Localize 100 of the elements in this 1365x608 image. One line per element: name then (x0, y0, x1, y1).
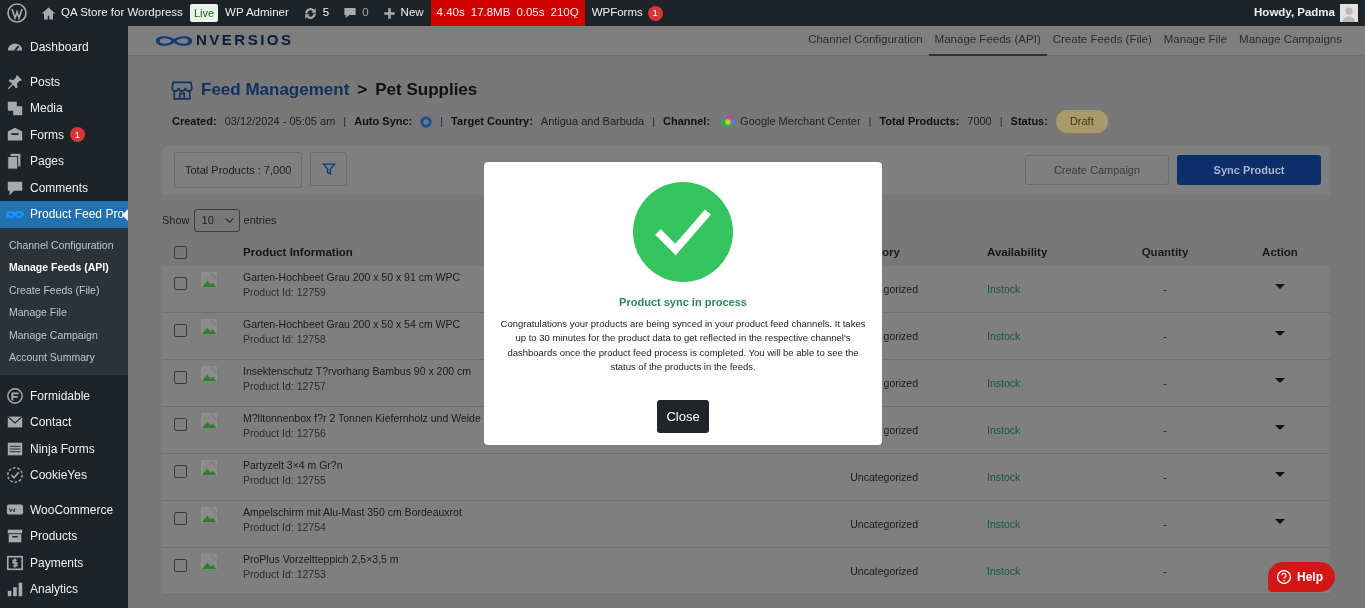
breadcrumb-separator: > (357, 79, 368, 101)
home-icon[interactable] (41, 5, 56, 21)
broken-image-icon (201, 459, 217, 476)
caret-icon[interactable] (1275, 283, 1285, 289)
meta-value: Google Merchant Center (740, 114, 861, 130)
logo-text: NVERSIOS (196, 30, 294, 51)
sidebar-item[interactable]: Comments (0, 174, 128, 201)
submenu-item[interactable]: Create Feeds (File) (0, 278, 128, 301)
availability-text: Instock (986, 469, 1022, 485)
nav-tab[interactable]: Create Feeds (File) (1046, 26, 1158, 56)
checkbox[interactable] (174, 558, 187, 572)
availability-text: Instock (986, 563, 1022, 579)
separator-text: | (343, 114, 347, 130)
caret-icon[interactable] (1275, 518, 1285, 524)
help-button[interactable]: Help (1268, 562, 1335, 592)
separator-text: | (652, 114, 656, 130)
sidebar-item[interactable]: Dashboard (0, 34, 128, 61)
bar-chart-icon (6, 580, 24, 599)
quantity-text: - (1162, 422, 1168, 438)
entries-select[interactable]: 10 (193, 208, 240, 232)
adminer-link[interactable]: WP Adminer (218, 0, 296, 26)
pin-icon (6, 72, 24, 91)
checkbox[interactable] (174, 370, 187, 384)
caret-icon[interactable] (1275, 424, 1285, 430)
category-text: Uncategorized (849, 469, 919, 485)
availability-text: Instock (986, 281, 1022, 297)
product-id: Product Id: 12757 (243, 379, 326, 395)
checkbox[interactable] (174, 511, 187, 525)
sidebar-item[interactable]: WooCommerce (0, 496, 128, 523)
live-badge: Live (189, 3, 219, 23)
dialog-title: Product sync in process (618, 295, 748, 310)
sidebar-item[interactable]: Media (0, 95, 128, 122)
performance-bar[interactable]: 4.40s 17.8MB 0.05s 210Q (430, 0, 585, 26)
availability-text: Instock (986, 375, 1022, 391)
sidebar-item[interactable]: Pages (0, 148, 128, 175)
sync-product-button[interactable]: Sync Product (1177, 155, 1321, 185)
infinity-icon (6, 209, 24, 219)
nav-tab[interactable]: Channel Configuration (802, 26, 929, 56)
submenu-item[interactable]: Manage Campaign (0, 323, 128, 346)
dialog-message: Congratulations your products are being synced in your product feed channels. It takes up to 30 minutes for the product data to get reflected in the respective channel's dashboards once the product feed process is completed. You will be able to see the status of the products in the feeds. (499, 316, 867, 374)
broken-image-icon (201, 318, 217, 335)
caret-icon[interactable] (1275, 330, 1285, 336)
sidebar-item[interactable]: Analytics (0, 576, 128, 603)
broken-image-icon (201, 506, 217, 523)
submenu-item[interactable]: Manage File (0, 301, 128, 324)
sidebar-item[interactable]: Ninja Forms (0, 435, 128, 462)
updates-icon[interactable] (302, 5, 318, 21)
checkbox[interactable] (174, 323, 187, 337)
submenu-item[interactable]: Manage Feeds (API) (0, 256, 128, 279)
sidebar-item[interactable]: CookieYes (0, 462, 128, 489)
sidebar-item[interactable]: Contact (0, 409, 128, 436)
nav-tab[interactable]: Manage Campaigns (1233, 26, 1348, 56)
checkbox[interactable] (174, 246, 187, 259)
meta-value: 7000 (967, 114, 992, 130)
checkbox[interactable] (174, 417, 187, 431)
site-name-link[interactable]: QA Store for Wordpress (61, 4, 183, 22)
category-text: Uncategorized (849, 563, 919, 579)
column-header: Product Information (243, 244, 354, 260)
caret-icon[interactable] (1275, 471, 1285, 477)
plus-icon[interactable] (382, 6, 396, 20)
meta-label: Auto Sync: (354, 114, 413, 130)
submenu-item[interactable]: Channel Configuration (0, 233, 128, 256)
separator-text: | (440, 114, 444, 130)
sidebar-item[interactable]: Products (0, 523, 128, 550)
separator-text: | (868, 114, 872, 130)
success-check-icon (633, 182, 733, 282)
product-id: Product Id: 12755 (243, 473, 326, 489)
nav-tab[interactable]: Manage File (1157, 26, 1234, 56)
product-name: Ampelschirm mit Alu-Mast 350 cm Bordeauxrot (243, 504, 462, 520)
availability-text: Instock (986, 516, 1022, 532)
meta-label: Total Products: (879, 114, 960, 130)
perf-stat: 4.40s (436, 5, 465, 21)
filter-icon (321, 161, 336, 176)
checkbox[interactable] (174, 464, 187, 478)
perf-stat: 0.05s (516, 5, 545, 21)
meta-label: Channel: (663, 114, 711, 130)
sidebar-item[interactable]: Forms 1 (0, 121, 128, 148)
help-icon (1276, 569, 1292, 585)
nav-tab[interactable]: Manage Feeds (API) (928, 26, 1047, 56)
wpforms-link[interactable]: WPForms (591, 4, 643, 22)
checkbox[interactable] (174, 276, 187, 290)
sidebar-item[interactable]: Product Feed Pro (0, 201, 128, 228)
product-name: Insektenschutz T?rvorhang Bambus 90 x 200 cm (243, 363, 471, 379)
sidebar-item[interactable]: Formidable (0, 382, 128, 409)
availability-text: Instock (986, 422, 1022, 438)
close-button[interactable]: Close (657, 399, 709, 433)
media-icon (6, 99, 24, 118)
wordpress-logo-icon[interactable] (7, 3, 27, 23)
broken-image-icon (201, 271, 217, 288)
category-text: gorized (882, 422, 919, 438)
greeting-link[interactable]: Howdy, Padma (1254, 4, 1335, 22)
submenu-item[interactable]: Account Summary (0, 346, 128, 369)
column-header: Quantity (1140, 244, 1190, 260)
comment-icon[interactable] (343, 6, 358, 20)
dollar-icon (6, 553, 24, 572)
caret-icon[interactable] (1275, 377, 1285, 383)
sidebar-item[interactable]: Payments (0, 549, 128, 576)
new-link[interactable]: New (400, 4, 424, 22)
sidebar-item[interactable]: Posts (0, 68, 128, 95)
meta-value: 03/12/2024 - 05:05 am (224, 114, 336, 130)
